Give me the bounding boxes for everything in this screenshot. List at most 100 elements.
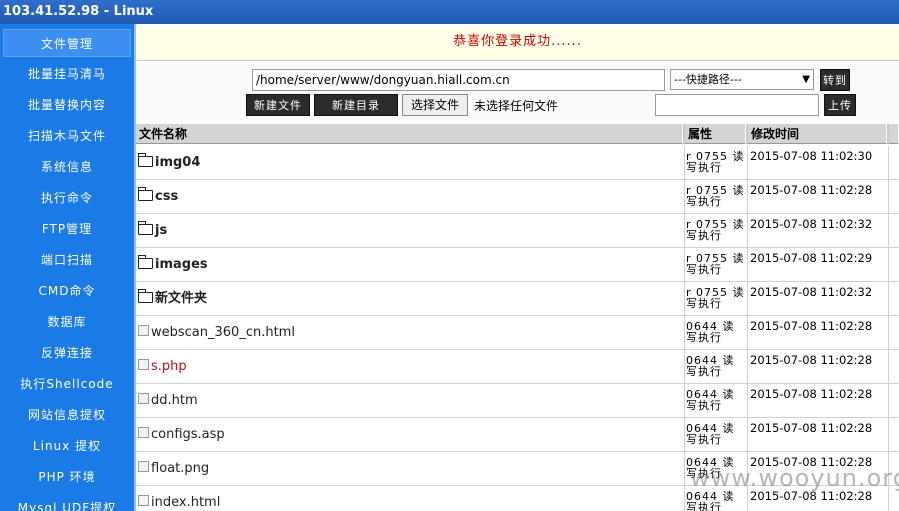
cell-name: index.html <box>136 486 685 511</box>
file-link[interactable]: float.png <box>151 461 209 476</box>
checkbox[interactable] <box>138 325 149 336</box>
table-row[interactable]: configs.asp 0644 读写执行 2015-07-08 11:02:28 <box>136 418 899 452</box>
path-input[interactable] <box>252 69 665 91</box>
file-link[interactable]: webscan_360_cn.html <box>151 325 295 340</box>
new-file-button[interactable]: 新建文件 <box>246 94 310 116</box>
checkbox[interactable] <box>138 359 149 370</box>
cell-permissions[interactable]: r 0755 读写执行 <box>685 180 748 213</box>
cell-permissions[interactable]: r 0755 读写执行 <box>685 146 748 179</box>
sidebar-item[interactable]: FTP管理 <box>3 215 131 243</box>
cell-name: float.png <box>136 452 685 485</box>
table-row[interactable]: 新文件夹 r 0755 读写执行 2015-07-08 11:02:32 <box>136 282 899 316</box>
cell-extra <box>889 214 899 247</box>
cell-permissions[interactable]: r 0755 读写执行 <box>685 248 748 281</box>
table-header: 文件名称 属性 修改时间 <box>136 124 899 144</box>
checkbox[interactable] <box>138 495 149 506</box>
cell-name: s.php <box>136 350 685 383</box>
upload-button[interactable]: 上传 <box>824 94 856 116</box>
quick-path-select[interactable]: ---快捷路径--- ▼ <box>670 69 814 90</box>
sidebar-item[interactable]: 扫描木马文件 <box>3 122 131 150</box>
file-link[interactable]: dd.htm <box>151 393 198 408</box>
cell-permissions[interactable]: 0644 读写执行 <box>685 316 748 349</box>
new-directory-button[interactable]: 新建目录 <box>314 94 398 116</box>
folder-icon <box>137 153 153 167</box>
directory-link[interactable]: img04 <box>155 155 200 170</box>
cell-permissions[interactable]: r 0755 读写执行 <box>685 282 748 315</box>
cell-name: css <box>136 180 685 213</box>
checkbox[interactable] <box>138 393 149 404</box>
cell-modified-time[interactable]: 2015-07-08 11:02:28 <box>748 418 889 451</box>
sidebar-item[interactable]: 批量挂马清马 <box>3 60 131 88</box>
sidebar-item[interactable]: 执行Shellcode <box>3 370 131 398</box>
cell-modified-time[interactable]: 2015-07-08 11:02:30 <box>748 146 889 179</box>
cell-modified-time[interactable]: 2015-07-08 11:02:28 <box>748 384 889 417</box>
cell-name: dd.htm <box>136 384 685 417</box>
table-row[interactable]: js r 0755 读写执行 2015-07-08 11:02:32 <box>136 214 899 248</box>
folder-icon <box>137 221 153 235</box>
table-row[interactable]: dd.htm 0644 读写执行 2015-07-08 11:02:28 <box>136 384 899 418</box>
folder-icon <box>137 289 153 303</box>
sidebar-item[interactable]: Linux 提权 <box>3 432 131 460</box>
file-link[interactable]: s.php <box>151 359 187 374</box>
cell-modified-time[interactable]: 2015-07-08 11:02:32 <box>748 282 889 315</box>
sidebar-item[interactable]: CMD命令 <box>3 277 131 305</box>
checkbox[interactable] <box>138 427 149 438</box>
sidebar-item[interactable]: PHP 环境 <box>3 463 131 491</box>
watermark-text: www.wooyun.org <box>690 464 899 492</box>
sidebar-item[interactable]: 端口扫描 <box>3 246 131 274</box>
file-table: 文件名称 属性 修改时间 img04 r 0755 读写执行 2015-07-08 … <box>136 124 899 511</box>
directory-link[interactable]: css <box>155 189 178 204</box>
directory-link[interactable]: images <box>155 257 208 272</box>
cell-modified-time[interactable]: 2015-07-08 11:02:28 <box>748 180 889 213</box>
file-link[interactable]: configs.asp <box>151 427 225 442</box>
cell-name: img04 <box>136 146 685 179</box>
sidebar-item[interactable]: 反弹连接 <box>3 339 131 367</box>
sidebar-item[interactable]: Mysql UDF提权 <box>3 494 131 511</box>
sidebar-item[interactable]: 系统信息 <box>3 153 131 181</box>
header-extra <box>889 124 899 144</box>
window-title: 103.41.52.98 - Linux <box>0 0 899 24</box>
cell-extra <box>889 316 899 349</box>
cell-modified-time[interactable]: 2015-07-08 11:02:29 <box>748 248 889 281</box>
table-row[interactable]: css r 0755 读写执行 2015-07-08 11:02:28 <box>136 180 899 214</box>
cell-modified-time[interactable]: 2015-07-08 11:02:28 <box>748 316 889 349</box>
sidebar-item[interactable]: 执行命令 <box>3 184 131 212</box>
cell-name: js <box>136 214 685 247</box>
header-time[interactable]: 修改时间 <box>748 124 887 144</box>
folder-icon <box>137 187 153 201</box>
cell-permissions[interactable]: 0644 读写执行 <box>685 418 748 451</box>
file-link[interactable]: index.html <box>151 495 220 510</box>
cell-extra <box>889 418 899 451</box>
sidebar-item[interactable]: 批量替换内容 <box>3 91 131 119</box>
table-row[interactable]: images r 0755 读写执行 2015-07-08 11:02:29 <box>136 248 899 282</box>
directory-link[interactable]: 新文件夹 <box>155 291 207 306</box>
cell-extra <box>889 146 899 179</box>
table-row[interactable]: img04 r 0755 读写执行 2015-07-08 11:02:30 <box>136 146 899 180</box>
cell-modified-time[interactable]: 2015-07-08 11:02:28 <box>748 350 889 383</box>
table-row[interactable]: webscan_360_cn.html 0644 读写执行 2015-07-08 … <box>136 316 899 350</box>
checkbox[interactable] <box>138 461 149 472</box>
header-perm[interactable]: 属性 <box>685 124 746 144</box>
cell-permissions[interactable]: 0644 读写执行 <box>685 384 748 417</box>
file-status-text: 未选择任何文件 <box>474 99 559 113</box>
sidebar-item[interactable]: 网站信息提权 <box>3 401 131 429</box>
toolbar: ---快捷路径--- ▼ 转到 新建文件 新建目录 选择文件 未选择任何文件 上… <box>136 64 899 120</box>
cell-permissions[interactable]: r 0755 读写执行 <box>685 214 748 247</box>
cell-name: images <box>136 248 685 281</box>
sidebar-item[interactable]: 文件管理 <box>3 29 131 57</box>
upload-name-input[interactable] <box>655 94 819 116</box>
quick-path-select-value: ---快捷路径--- <box>674 73 742 86</box>
cell-modified-time[interactable]: 2015-07-08 11:02:32 <box>748 214 889 247</box>
cell-permissions[interactable]: 0644 读写执行 <box>685 350 748 383</box>
header-time-label: 修改时间 <box>751 127 800 141</box>
directory-link[interactable]: js <box>155 223 167 238</box>
choose-file-button[interactable]: 选择文件 <box>402 94 468 116</box>
chevron-down-icon: ▼ <box>802 74 810 85</box>
table-row[interactable]: s.php 0644 读写执行 2015-07-08 11:02:28 <box>136 350 899 384</box>
cell-name: configs.asp <box>136 418 685 451</box>
sidebar: 文件管理批量挂马清马 批量替换内容 扫描木马文件 系统信息执行命令 FTP管理端口扫描 C… <box>0 24 134 511</box>
go-button[interactable]: 转到 <box>820 69 850 91</box>
header-name[interactable]: 文件名称 <box>136 124 683 144</box>
cell-name: 新文件夹 <box>136 282 685 315</box>
sidebar-item[interactable]: 数据库 <box>3 308 131 336</box>
